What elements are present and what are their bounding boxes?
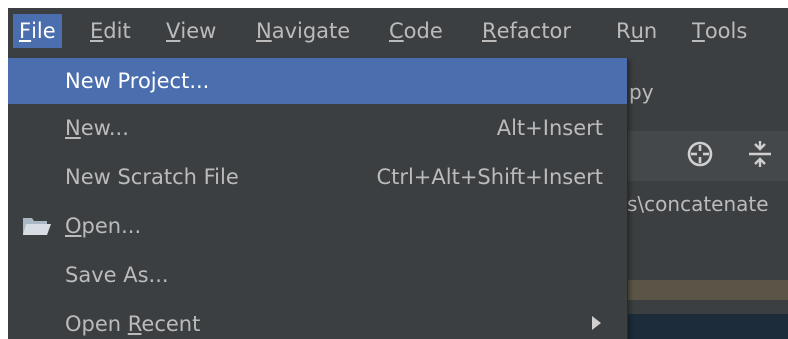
menu-item-open[interactable]: Open... [8,203,627,249]
menu-item-shortcut: Alt+Insert [496,116,603,140]
editor-selection-stripe [627,314,788,339]
file-menu-dropdown: New Project... New... Alt+Insert New Scr… [8,58,628,339]
editor-tab-fragment: py [629,80,654,104]
collapse-all-icon[interactable] [745,139,775,169]
project-toolbar [627,131,788,181]
menu-item-shortcut: Ctrl+Alt+Shift+Insert [376,165,603,189]
menu-code[interactable]: Code [389,14,443,48]
menu-view[interactable]: View [166,14,216,48]
project-path-fragment: s\concatenate [627,192,769,216]
submenu-arrow-icon [592,316,601,330]
menu-item-label: New Scratch File [65,165,239,189]
menu-file[interactable]: File [13,14,62,48]
folder-open-icon [23,218,51,235]
menu-item-open-recent[interactable]: Open Recent [8,301,627,339]
menu-item-label: New Project... [65,69,210,93]
menu-item-label: Open Recent [65,312,201,336]
menu-item-label: New... [65,116,129,140]
menu-item-label: Open... [65,214,142,238]
menu-refactor[interactable]: Refactor [482,14,571,48]
menu-run[interactable]: Run [616,14,657,48]
ide-window: File Edit View Navigate Code Refactor Ru… [8,8,788,339]
menu-item-new-scratch-file[interactable]: New Scratch File Ctrl+Alt+Shift+Insert [8,154,627,200]
menu-item-new[interactable]: New... Alt+Insert [8,105,627,151]
menu-navigate[interactable]: Navigate [256,14,350,48]
menu-item-label: Save As... [65,263,169,287]
menu-tools[interactable]: Tools [692,14,747,48]
menu-bar: File Edit View Navigate Code Refactor Ru… [8,8,788,54]
menu-edit[interactable]: Edit [90,14,131,48]
menu-item-save-as[interactable]: Save As... [8,252,627,298]
editor-highlight-stripe [627,280,788,300]
menu-item-new-project[interactable]: New Project... [8,58,627,104]
locate-icon[interactable] [685,139,715,169]
